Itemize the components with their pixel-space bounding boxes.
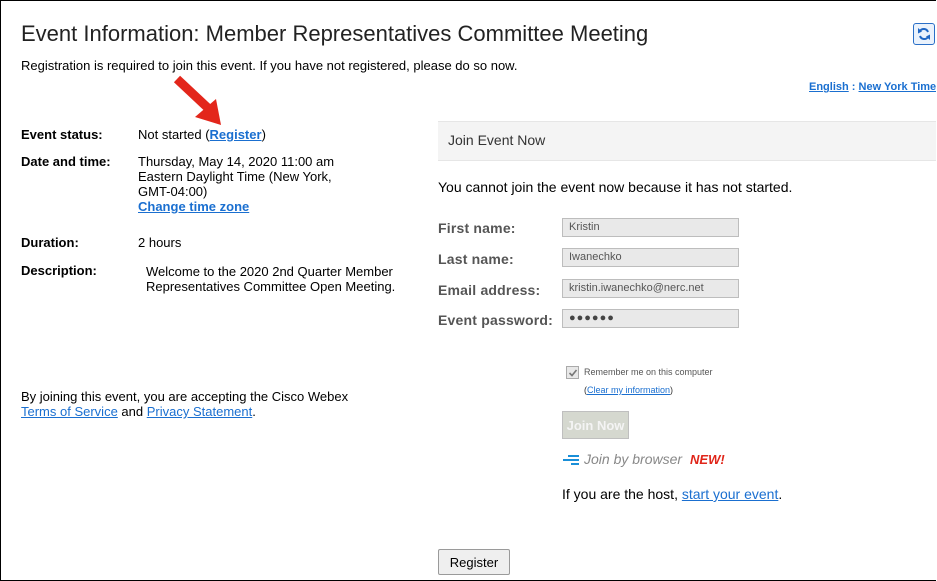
first-name-label: First name: [438, 220, 516, 236]
join-by-browser-text[interactable]: Join by browser [584, 451, 682, 467]
language-separator: : [851, 81, 856, 93]
privacy-statement-link[interactable]: Privacy Statement [147, 404, 253, 419]
duration-value: 2 hours [138, 235, 182, 250]
remember-me-label: Remember me on this computer [584, 367, 713, 377]
registration-note: Registration is required to join this ev… [21, 58, 518, 73]
remember-me-checkbox[interactable] [566, 366, 579, 379]
join-event-header-text: Join Event Now [448, 132, 546, 148]
language-timezone-bar: English : New York Time [809, 81, 936, 93]
terms-of-service-link[interactable]: Terms of Service [21, 404, 118, 419]
join-now-button[interactable]: Join Now [562, 411, 629, 439]
register-button[interactable]: Register [438, 549, 510, 575]
register-link[interactable]: Register [210, 127, 262, 142]
datetime-value: Thursday, May 14, 2020 11:00 am Eastern … [138, 154, 334, 214]
join-by-browser[interactable]: Join by browser NEW! [562, 451, 725, 467]
event-status-label: Event status: [21, 127, 103, 142]
terms-and: and [117, 404, 147, 419]
datetime-label: Date and time: [21, 154, 111, 169]
datetime-line-1: Thursday, May 14, 2020 11:00 am [138, 154, 335, 169]
join-event-header: Join Event Now [438, 121, 936, 161]
terms-text: By joining this event, you are accepting… [21, 389, 381, 419]
host-message: If you are the host, start your event. [562, 486, 782, 502]
first-name-field[interactable]: Kristin [562, 218, 739, 237]
event-status-value: Not started (Register) [138, 127, 266, 142]
last-name-label: Last name: [438, 251, 514, 267]
red-arrow-icon [169, 73, 229, 133]
new-badge: NEW! [690, 452, 725, 467]
clear-close: ) [670, 385, 674, 395]
event-page: Event Information: Member Representative… [0, 0, 936, 581]
event-password-label: Event password: [438, 312, 554, 328]
clear-info: (Clear my information) [584, 385, 673, 395]
description-label: Description: [21, 263, 97, 278]
cannot-join-message: You cannot join the event now because it… [438, 179, 793, 195]
email-label: Email address: [438, 282, 541, 298]
browser-lines-icon [563, 455, 579, 466]
change-timezone-link[interactable]: Change time zone [138, 199, 249, 214]
event-status-close: ) [261, 127, 266, 142]
host-suffix: . [778, 486, 783, 502]
event-status-text: Not started ( [138, 127, 210, 142]
terms-prefix: By joining this event, you are accepting… [21, 389, 349, 404]
refresh-icon[interactable] [913, 23, 935, 45]
timezone-link[interactable]: New York Time [859, 81, 936, 93]
terms-suffix: . [252, 404, 256, 419]
page-title: Event Information: Member Representative… [21, 21, 649, 46]
event-password-field[interactable]: ●●●●●● [562, 309, 739, 328]
datetime-line-2: Eastern Daylight Time (New York, [138, 169, 332, 184]
datetime-line-3: GMT-04:00) [138, 184, 208, 199]
checkmark-icon [568, 368, 577, 377]
language-link[interactable]: English [809, 81, 849, 93]
clear-my-information-link[interactable]: Clear my information [587, 385, 670, 395]
host-prefix: If you are the host, [562, 486, 682, 502]
description-value: Welcome to the 2020 2nd Quarter Member R… [146, 264, 396, 294]
last-name-field[interactable]: Iwanechko [562, 248, 739, 267]
duration-label: Duration: [21, 235, 79, 250]
email-field[interactable]: kristin.iwanechko@nerc.net [562, 279, 739, 298]
start-your-event-link[interactable]: start your event [682, 486, 779, 502]
